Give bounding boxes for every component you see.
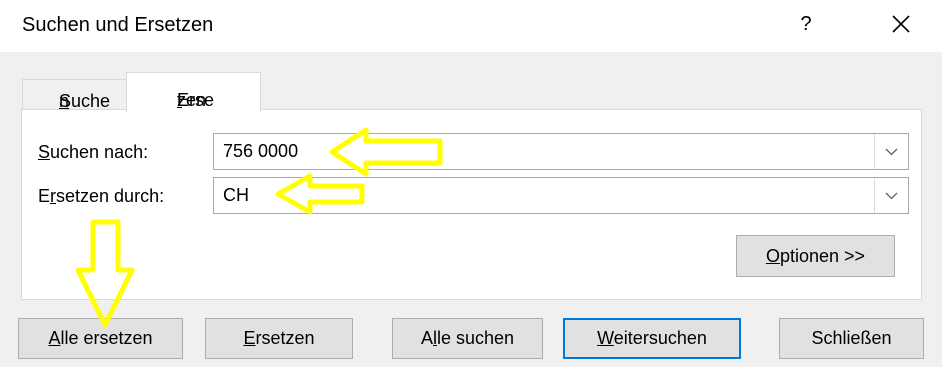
find-all-button[interactable]: Alle suchen	[392, 318, 543, 359]
dialog-title: Suchen und Ersetzen	[22, 14, 214, 36]
find-what-dropdown-button[interactable]	[874, 134, 908, 169]
close-icon	[892, 15, 910, 33]
replace-with-label: Ersetzen durch:	[38, 186, 165, 206]
find-what-label: Suchen nach:	[38, 142, 149, 162]
chevron-down-icon	[885, 148, 898, 156]
replace-with-input[interactable]	[214, 178, 873, 213]
tab-ersetzen[interactable]: Erse t zen	[126, 72, 261, 112]
replace-with-combo[interactable]	[213, 177, 909, 214]
replace-with-dropdown-button[interactable]	[874, 178, 908, 213]
tab-suchen[interactable]: Suche n	[22, 79, 128, 111]
close-window-button[interactable]	[878, 6, 924, 42]
replace-button[interactable]: Ersetzen	[205, 318, 353, 359]
chevron-down-icon	[885, 192, 898, 200]
help-button[interactable]: ?	[786, 6, 826, 42]
find-what-combo[interactable]	[213, 133, 909, 170]
title-bar: Suchen und Ersetzen ?	[0, 0, 942, 52]
close-button[interactable]: Schließen	[779, 318, 924, 359]
replace-all-button[interactable]: Alle ersetzen	[18, 318, 183, 359]
find-what-input[interactable]	[214, 134, 873, 169]
find-replace-dialog: Suchen und Ersetzen ? Suche n Erse t zen Su…	[0, 0, 942, 367]
find-next-button[interactable]: Weitersuchen	[563, 318, 741, 359]
options-button[interactable]: Optionen >>	[736, 235, 895, 277]
